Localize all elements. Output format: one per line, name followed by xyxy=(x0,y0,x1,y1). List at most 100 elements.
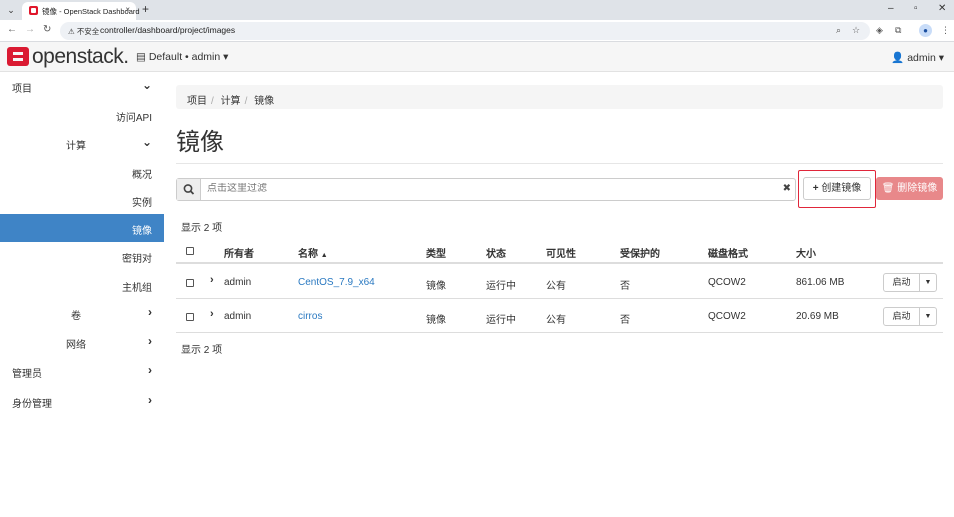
col-size[interactable]: 大小 xyxy=(796,245,816,260)
cell-size: 20.69 MB xyxy=(796,311,839,322)
sidebar-item-volumes[interactable]: 卷 › xyxy=(0,299,164,327)
browser-tab[interactable]: 镜像 - OpenStack Dashboard × xyxy=(22,2,140,20)
cell-protected: 否 xyxy=(620,315,630,326)
delete-images-label: 删除镜像 xyxy=(897,183,938,194)
new-tab-icon[interactable]: + xyxy=(142,2,149,16)
sidebar-item-label: 访问API xyxy=(115,113,152,124)
browser-menu-icon[interactable]: ⋮ xyxy=(941,25,950,36)
sidebar-item-label: 网络 xyxy=(66,340,86,351)
sidebar-item-identity[interactable]: 身份管理 › xyxy=(0,387,164,415)
tab-search-icon[interactable]: ⌄ xyxy=(4,3,18,17)
cell-size: 861.06 MB xyxy=(796,277,845,288)
forward-icon[interactable]: → xyxy=(25,24,35,35)
table-header: 所有者 名称 ▲ 类型 状态 可见性 受保护的 磁盘格式 大小 xyxy=(176,236,943,264)
openstack-favicon-icon xyxy=(29,6,38,15)
breadcrumb-images: 镜像 xyxy=(254,96,275,107)
cell-disk-format: QCOW2 xyxy=(708,311,746,322)
reload-icon[interactable]: ↻ xyxy=(43,24,51,35)
chevron-down-icon: ⌄ xyxy=(141,78,152,92)
cell-visibility: 公有 xyxy=(546,281,566,292)
sidebar-item-api-access[interactable]: 访问API xyxy=(0,101,164,129)
expand-row-icon[interactable]: › xyxy=(210,274,214,286)
col-disk-format[interactable]: 磁盘格式 xyxy=(708,245,748,260)
project-briefcase-icon: ▤ xyxy=(136,51,146,63)
openstack-logo-icon xyxy=(7,47,29,66)
address-bar: ← → ↻ ⚠ 不安全 controller/dashboard/project… xyxy=(0,20,954,42)
sidebar-item-label: 主机组 xyxy=(122,283,152,294)
cell-name-link[interactable]: cirros xyxy=(298,311,322,322)
row-checkbox[interactable] xyxy=(186,313,194,321)
url-omnibox[interactable]: ⚠ 不安全 controller/dashboard/project/image… xyxy=(60,22,870,40)
zoom-icon[interactable]: ⌕ xyxy=(836,25,841,36)
cell-type: 镜像 xyxy=(426,281,446,292)
sidebar-item-images[interactable]: 镜像 xyxy=(0,214,164,242)
extensions-puzzle-icon[interactable]: ⧉ xyxy=(895,25,901,36)
app-header: openstack. ▤ Default • admin ▾ 👤 admin ▾ xyxy=(0,42,954,72)
close-window-icon[interactable]: ✕ xyxy=(938,3,946,14)
expand-row-icon[interactable]: › xyxy=(210,308,214,320)
project-selector[interactable]: ▤ Default • admin ▾ xyxy=(136,51,228,63)
cell-status: 运行中 xyxy=(486,315,516,326)
select-all-checkbox[interactable] xyxy=(186,247,194,255)
breadcrumb-compute[interactable]: 计算 xyxy=(221,96,241,107)
delete-images-button[interactable]: 🗑 删除镜像 xyxy=(876,177,943,200)
url-text[interactable]: controller/dashboard/project/images xyxy=(100,25,235,35)
profile-avatar-icon[interactable]: ● xyxy=(919,24,932,37)
sidebar-item-instances[interactable]: 实例 xyxy=(0,186,164,214)
sidebar-item-label: 计算 xyxy=(66,141,86,152)
sidebar-item-network[interactable]: 网络 › xyxy=(0,328,164,356)
not-secure-badge[interactable]: ⚠ 不安全 xyxy=(68,26,99,37)
row-checkbox[interactable] xyxy=(186,279,194,287)
sidebar-item-label: 概况 xyxy=(132,170,152,181)
sidebar: 项目 ⌄ 访问API 计算 ⌄ 概况 实例 镜像 密钥对 主机组 卷 › 网络 … xyxy=(0,72,164,517)
caret-down-icon: ▾ xyxy=(223,51,229,63)
filter-input[interactable] xyxy=(207,183,767,194)
col-type[interactable]: 类型 xyxy=(426,245,446,260)
clear-filter-icon[interactable]: ✖ xyxy=(783,183,791,194)
browser-tab-bar: ⌄ 镜像 - OpenStack Dashboard × + – ▫ ✕ xyxy=(0,0,954,20)
project-selector-label: Default • admin xyxy=(148,51,221,63)
chevron-right-icon: › xyxy=(148,334,152,348)
col-protected[interactable]: 受保护的 xyxy=(620,245,660,260)
trash-icon: 🗑 xyxy=(881,183,895,194)
user-menu[interactable]: 👤 admin ▾ xyxy=(891,51,944,64)
back-icon[interactable]: ← xyxy=(7,24,17,35)
sidebar-item-project[interactable]: 项目 ⌄ xyxy=(0,72,164,100)
page-title: 镜像 xyxy=(176,129,224,156)
chevron-right-icon: › xyxy=(148,393,152,407)
restore-icon[interactable]: ▫ xyxy=(914,3,918,14)
user-menu-label: admin xyxy=(907,52,936,64)
extension-shield-icon[interactable]: ◈ xyxy=(876,25,883,36)
col-name[interactable]: 名称 ▲ xyxy=(298,245,328,260)
col-visibility[interactable]: 可见性 xyxy=(546,245,576,260)
sidebar-item-admin[interactable]: 管理员 › xyxy=(0,357,164,385)
sidebar-item-server-groups[interactable]: 主机组 xyxy=(0,271,164,299)
sidebar-item-compute[interactable]: 计算 ⌄ xyxy=(0,129,164,157)
breadcrumb-project[interactable]: 项目 xyxy=(187,96,207,107)
sidebar-item-label: 管理员 xyxy=(12,369,42,380)
sidebar-item-overview[interactable]: 概况 xyxy=(0,158,164,186)
launch-button[interactable]: 启动 xyxy=(883,307,920,326)
sidebar-item-label: 卷 xyxy=(71,311,81,322)
display-count-bottom: 显示 2 项 xyxy=(181,345,223,356)
col-owner[interactable]: 所有者 xyxy=(224,245,254,260)
sort-ascending-icon: ▲ xyxy=(320,252,328,259)
caret-down-icon: ▾ xyxy=(938,52,944,64)
launch-button[interactable]: 启动 xyxy=(883,273,920,292)
create-image-label: 创建镜像 xyxy=(821,183,862,194)
minimize-icon[interactable]: – xyxy=(888,3,894,14)
bookmark-star-icon[interactable]: ☆ xyxy=(852,25,860,36)
create-image-button[interactable]: + 创建镜像 xyxy=(803,177,871,200)
row-actions-caret-icon[interactable]: ▼ xyxy=(919,307,937,326)
sidebar-item-label: 身份管理 xyxy=(12,399,52,410)
col-status[interactable]: 状态 xyxy=(486,245,506,260)
sidebar-item-label: 实例 xyxy=(132,198,152,209)
logo-text[interactable]: openstack. xyxy=(32,45,129,69)
sidebar-item-key-pairs[interactable]: 密钥对 xyxy=(0,242,164,270)
cell-name-link[interactable]: CentOS_7.9_x64 xyxy=(298,277,375,288)
not-secure-label: 不安全 xyxy=(76,27,100,36)
row-actions-caret-icon[interactable]: ▼ xyxy=(919,273,937,292)
table-row: › admin cirros 镜像 运行中 公有 否 QCOW2 20.69 M… xyxy=(176,299,943,333)
tab-close-icon[interactable]: × xyxy=(125,5,130,14)
sidebar-item-label: 密钥对 xyxy=(122,254,152,265)
